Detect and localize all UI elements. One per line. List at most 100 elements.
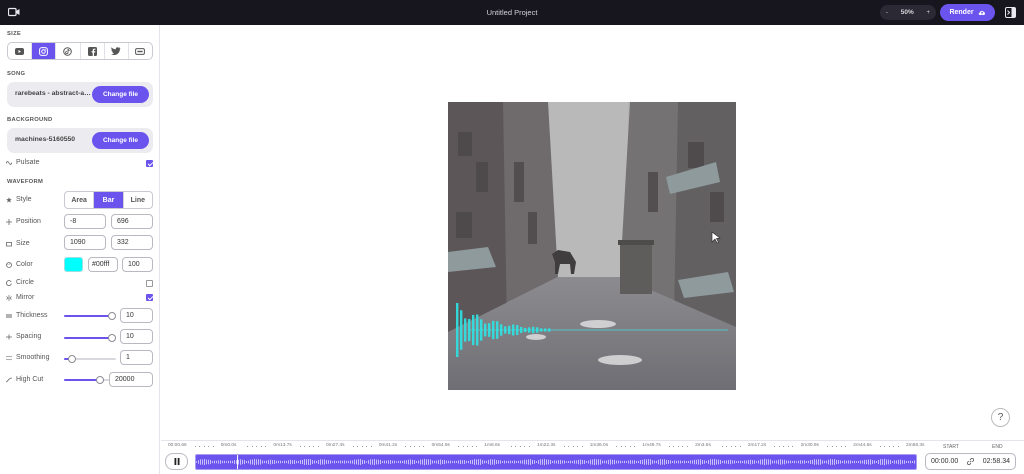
waveform-sample: [372, 459, 373, 465]
help-button[interactable]: ?: [991, 408, 1010, 427]
size-option-youtube[interactable]: [8, 43, 33, 59]
high-cut-icon: [6, 377, 12, 382]
waveform-sample: [548, 459, 549, 465]
waveform-sample: [462, 460, 463, 464]
size-option-twitter[interactable]: [105, 43, 129, 59]
smoothing-input[interactable]: 1: [120, 350, 153, 365]
waveform-sample: [264, 460, 265, 464]
waveform-bar: [508, 325, 511, 335]
waveform-sample: [396, 461, 397, 463]
spacing-slider-thumb[interactable]: [107, 334, 116, 342]
waveform-sample: [798, 460, 799, 464]
timeline-tick-dot: [879, 446, 881, 447]
render-button[interactable]: Render: [940, 4, 995, 21]
waveform-sample: [808, 460, 809, 464]
render-label: Render: [949, 9, 974, 16]
timeline-tick-dot: [897, 446, 899, 447]
spacing-slider[interactable]: [64, 334, 116, 342]
waveform-sample: [786, 460, 787, 464]
pause-button[interactable]: [165, 453, 188, 470]
timeline-tick-dot: [313, 446, 315, 447]
timeline-tick-dot: [317, 446, 319, 447]
style-option-area[interactable]: Area: [65, 192, 95, 208]
end-time-input[interactable]: 02:58.34: [983, 458, 1010, 465]
spacing-input[interactable]: 10: [120, 329, 153, 344]
waveform-sample: [738, 460, 739, 464]
smoothing-slider-thumb[interactable]: [67, 355, 76, 363]
waveform-sample: [270, 459, 271, 465]
color-hex-input[interactable]: #00fff: [88, 257, 118, 272]
waveform-sample: [216, 460, 217, 464]
waveform-sample: [624, 460, 625, 464]
zoom-out-button[interactable]: -: [886, 10, 888, 16]
position-y-input[interactable]: 696: [111, 214, 153, 229]
timeline-tick-dot: [739, 446, 741, 447]
waveform-sample: [364, 460, 365, 464]
waveform-sample: [876, 460, 877, 464]
change-background-button[interactable]: Change file: [92, 132, 149, 149]
timeline-tick-dot: [783, 446, 785, 447]
color-opacity-input[interactable]: 100: [122, 257, 153, 272]
waveform-sample: [718, 459, 719, 465]
size-option-custom[interactable]: [129, 43, 152, 59]
waveform-sample: [896, 460, 897, 464]
waveform-bar: [472, 314, 475, 346]
mirror-checkbox[interactable]: [146, 294, 153, 301]
timeline-tick-dot: [568, 446, 569, 447]
waveform-sample: [842, 460, 843, 464]
waveform-sample: [428, 459, 429, 465]
waveform-sample: [406, 460, 407, 464]
waveform-sample: [892, 461, 893, 463]
toggle-panel-icon[interactable]: [1005, 7, 1016, 18]
top-bar: Untitled Project - 50% + Render: [0, 0, 1024, 25]
song-file-name: rarebeats - abstract-ambient: [15, 90, 93, 97]
waveform-sample: [476, 459, 477, 465]
highcut-slider-thumb[interactable]: [96, 376, 105, 384]
size-option-tiktok[interactable]: [56, 43, 81, 59]
style-option-line[interactable]: Line: [124, 192, 152, 208]
facebook-icon: [87, 46, 97, 56]
waveform-sample: [656, 460, 657, 464]
timeline-tick-dot: [572, 446, 574, 447]
size-option-instagram[interactable]: [32, 43, 57, 59]
waveform-sample: [736, 461, 737, 463]
timeline-tick-dot: [212, 446, 214, 447]
link-icon[interactable]: [967, 458, 974, 465]
tiktok-icon: [63, 46, 73, 56]
size-height-input[interactable]: 332: [111, 235, 153, 250]
waveform-sample: [388, 460, 389, 464]
audio-waveform-track[interactable]: [195, 454, 917, 470]
waveform-sample: [810, 459, 811, 465]
project-title[interactable]: Untitled Project: [0, 8, 1024, 17]
waveform-sample: [688, 460, 689, 464]
timeline-tick-dot: [304, 446, 306, 447]
waveform-sample: [792, 460, 793, 464]
position-x-input[interactable]: -8: [64, 214, 106, 229]
size-width-input[interactable]: 1090: [64, 235, 106, 250]
change-song-button[interactable]: Change file: [92, 86, 149, 103]
thickness-slider-thumb[interactable]: [107, 312, 116, 320]
waveform-sample: [448, 460, 449, 464]
style-option-bar[interactable]: Bar: [94, 192, 124, 208]
video-preview[interactable]: [448, 102, 736, 390]
smoothing-slider[interactable]: [64, 355, 116, 363]
color-swatch[interactable]: [64, 257, 83, 272]
waveform-sample: [756, 461, 757, 463]
start-time-input[interactable]: 00:00.00: [931, 458, 958, 465]
waveform-sample: [366, 461, 367, 463]
pulsate-checkbox[interactable]: [146, 160, 153, 167]
size-option-facebook[interactable]: [81, 43, 105, 59]
circle-checkbox[interactable]: [146, 280, 153, 287]
playhead[interactable]: [237, 455, 239, 469]
waveform-sample: [720, 459, 721, 465]
thickness-input[interactable]: 10: [120, 308, 153, 323]
highcut-input[interactable]: 20000: [109, 372, 153, 387]
spacing-row: Spacing: [6, 333, 41, 340]
waveform-bar: [488, 323, 491, 337]
timeline-tick-dot: [194, 446, 196, 447]
waveform-sample: [280, 460, 281, 464]
zoom-in-button[interactable]: +: [926, 10, 930, 16]
waveform-sample: [586, 461, 587, 463]
waveform-sample: [298, 460, 299, 464]
thickness-slider[interactable]: [64, 312, 116, 320]
